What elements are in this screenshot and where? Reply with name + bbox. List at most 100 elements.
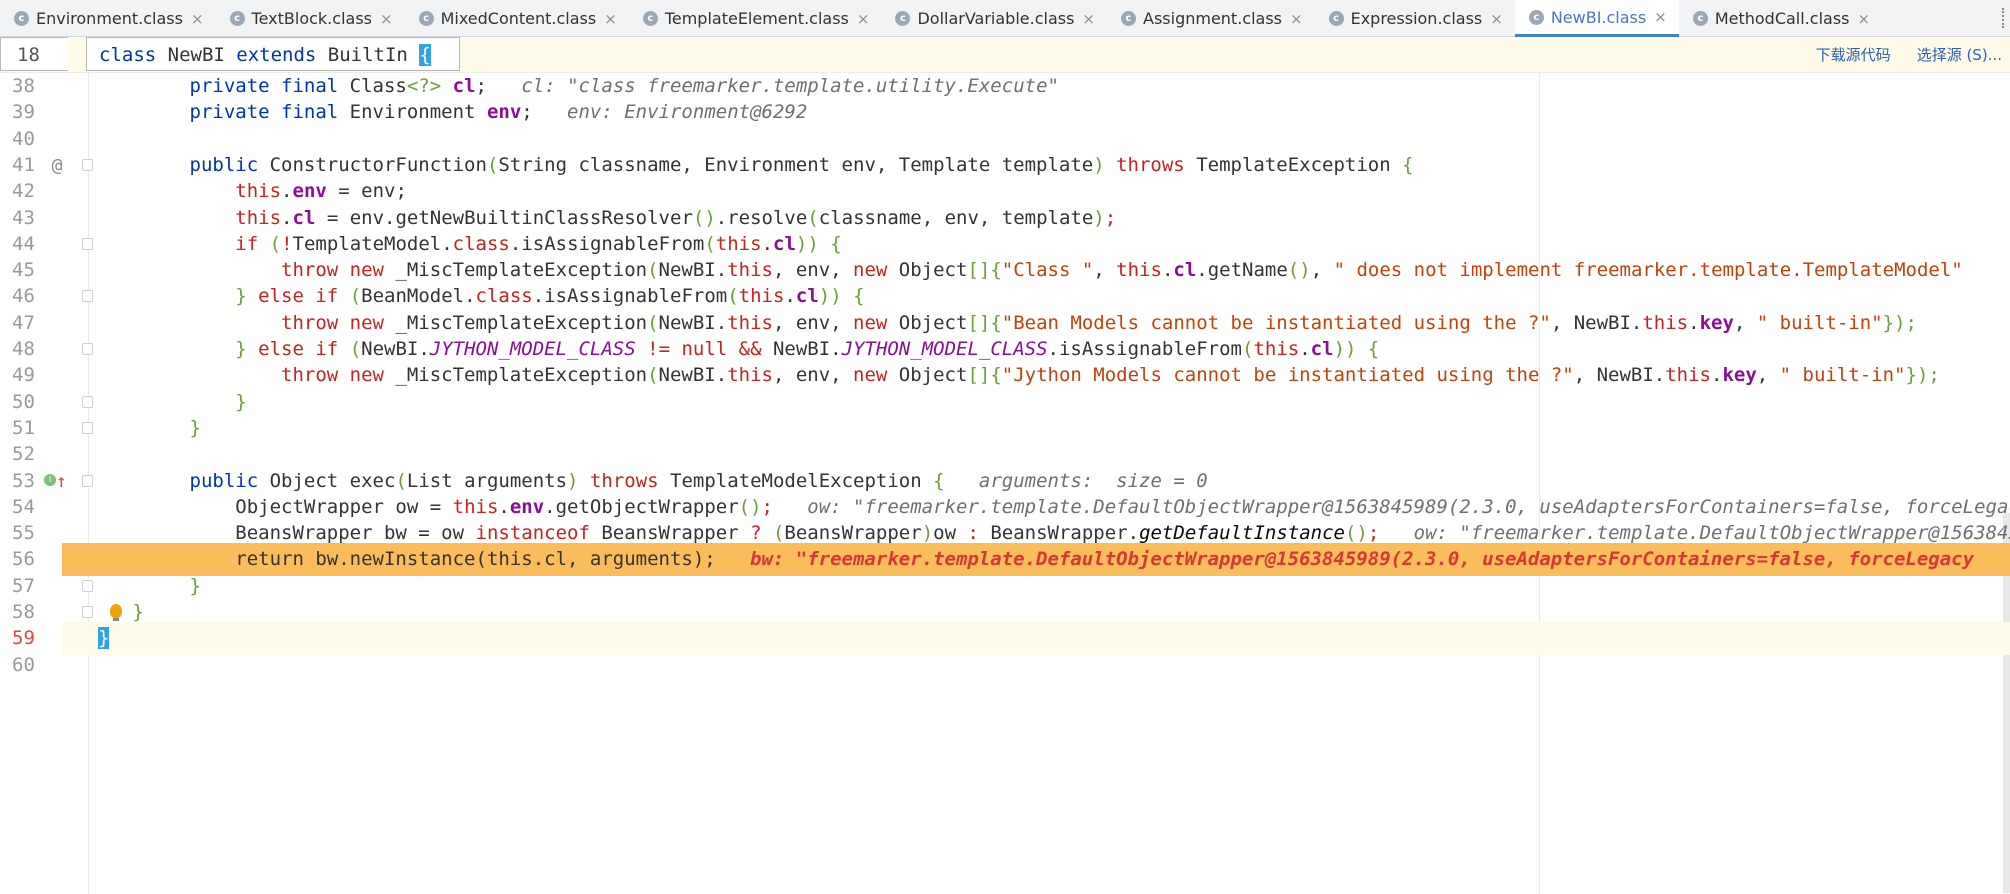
tab-templateelement[interactable]: c TemplateElement.class × [629, 0, 882, 37]
code-token: cl [1173, 259, 1197, 282]
code-token: } [189, 574, 201, 597]
tab-mixedcontent[interactable]: c MixedContent.class × [405, 0, 629, 37]
code-token: public [189, 469, 270, 492]
code-token: )) { [818, 285, 865, 308]
code-token: BeansWrapper [601, 522, 751, 545]
code-token: . [498, 495, 510, 518]
code-token: ; [475, 75, 522, 97]
close-icon[interactable]: × [604, 10, 617, 28]
code-token: ; [761, 495, 808, 518]
debug-inline-value: cl: "class freemarker.template.utility.E… [521, 75, 1059, 97]
tab-label: MixedContent.class [440, 9, 597, 28]
code-token: . [281, 206, 293, 229]
download-source-link[interactable]: 下载源代码 [1816, 44, 1891, 65]
close-icon[interactable]: × [1858, 10, 1871, 28]
class-file-icon: c [1692, 11, 1708, 26]
code-token: TemplateException [1196, 153, 1403, 176]
code-token: { [1402, 153, 1414, 176]
code-token: env [292, 180, 327, 203]
close-icon[interactable]: × [1290, 10, 1303, 28]
fold-toggle-icon[interactable] [82, 579, 93, 592]
tab-newbi[interactable]: c NewBI.class × [1514, 0, 1679, 37]
choose-source-link[interactable]: 选择源 (S)... [1917, 44, 2002, 65]
code-token: this [727, 259, 773, 282]
code-token: TemplateModelException [670, 469, 934, 492]
debug-inline-value: ow: "freemarker.template.DefaultObjectWr… [1413, 522, 2010, 545]
code-token: Object [898, 311, 968, 334]
code-token: { [933, 469, 979, 492]
code-token: != [635, 338, 682, 360]
close-icon[interactable]: × [1490, 10, 1503, 28]
code-token: .isAssignableFrom [1047, 338, 1242, 360]
tab-label: TemplateElement.class [664, 9, 849, 28]
fold-toggle-icon[interactable] [82, 606, 93, 618]
debug-inline-value: env: Environment@6292 [567, 101, 808, 124]
code-token: this [1116, 259, 1162, 282]
code-token: NewBI. [772, 338, 842, 360]
code-token: BeansWrapper [784, 522, 922, 545]
close-icon[interactable]: × [191, 10, 204, 28]
code-token: env [486, 101, 522, 124]
code-token: JYTHON_MODEL_CLASS [429, 338, 636, 360]
code-token: private final [189, 75, 350, 97]
code-token: else if [258, 338, 350, 360]
code-token: ; [1104, 206, 1117, 229]
code-token: . [1299, 338, 1311, 360]
close-icon[interactable]: × [1654, 8, 1667, 26]
code-token: classname, env, template [818, 206, 1094, 229]
code-token: ) [921, 522, 934, 545]
fold-toggle-icon[interactable] [82, 343, 93, 355]
class-file-icon: c [229, 11, 245, 26]
code-token: ; [1367, 522, 1414, 545]
code-token: throws [589, 469, 671, 492]
implements-method-icon[interactable]: I [44, 473, 56, 486]
code-token: ( [349, 285, 362, 308]
tab-methodcall[interactable]: c MethodCall.class × [1679, 0, 1882, 37]
code-token: ( [727, 285, 739, 308]
tab-assignment[interactable]: c Assignment.class × [1107, 0, 1315, 37]
editor-tab-bar: c Environment.class × c TextBlock.class × c Mix… [0, 0, 2010, 37]
code-token: } [132, 601, 144, 623]
tab-label: Expression.class [1350, 9, 1483, 28]
class-keyword: class [99, 44, 157, 66]
code-token: else if [258, 285, 350, 308]
tab-textblock[interactable]: c TextBlock.class × [216, 0, 405, 37]
code-token: ( [349, 338, 362, 360]
line-number[interactable]: 60 [0, 649, 62, 682]
sticky-class-declaration[interactable]: class NewBI extends BuiltIn { [86, 37, 460, 71]
tab-label: MethodCall.class [1714, 9, 1850, 28]
code-token: } [98, 627, 110, 650]
code-token: BeansWrapper bw = ow [235, 522, 476, 545]
code-token: cl [452, 75, 476, 97]
fold-toggle-icon[interactable] [82, 158, 93, 171]
close-icon[interactable]: × [1082, 10, 1095, 28]
code-editor[interactable]: 38 private final Class<?> cl; cl: "class… [0, 73, 2010, 894]
code-token: . [281, 180, 293, 203]
code-token: ) [567, 469, 590, 492]
code-token: public [189, 153, 270, 176]
tab-dollarvariable[interactable]: c DollarVariable.class × [881, 0, 1107, 37]
fold-toggle-icon[interactable] [82, 421, 93, 434]
fold-toggle-icon[interactable] [82, 395, 93, 408]
fold-toggle-icon[interactable] [82, 237, 93, 250]
code-token: cl [1310, 338, 1334, 360]
close-icon[interactable]: × [380, 10, 393, 28]
extends-keyword: extends [236, 44, 317, 66]
tab-environment[interactable]: c Environment.class × [0, 0, 216, 37]
code-token: this [235, 206, 282, 229]
code-token: getDefaultInstance [1139, 522, 1345, 545]
code-line[interactable]: 60 [0, 649, 2010, 682]
code-token: this [738, 285, 785, 308]
close-icon[interactable]: × [857, 10, 870, 28]
code-token: .resolve [715, 206, 808, 229]
tab-overflow-handle[interactable] [2002, 8, 2006, 28]
fold-toggle-icon[interactable] [82, 474, 93, 487]
tab-expression[interactable]: c Expression.class × [1315, 0, 1515, 37]
fold-toggle-icon[interactable] [82, 290, 93, 303]
